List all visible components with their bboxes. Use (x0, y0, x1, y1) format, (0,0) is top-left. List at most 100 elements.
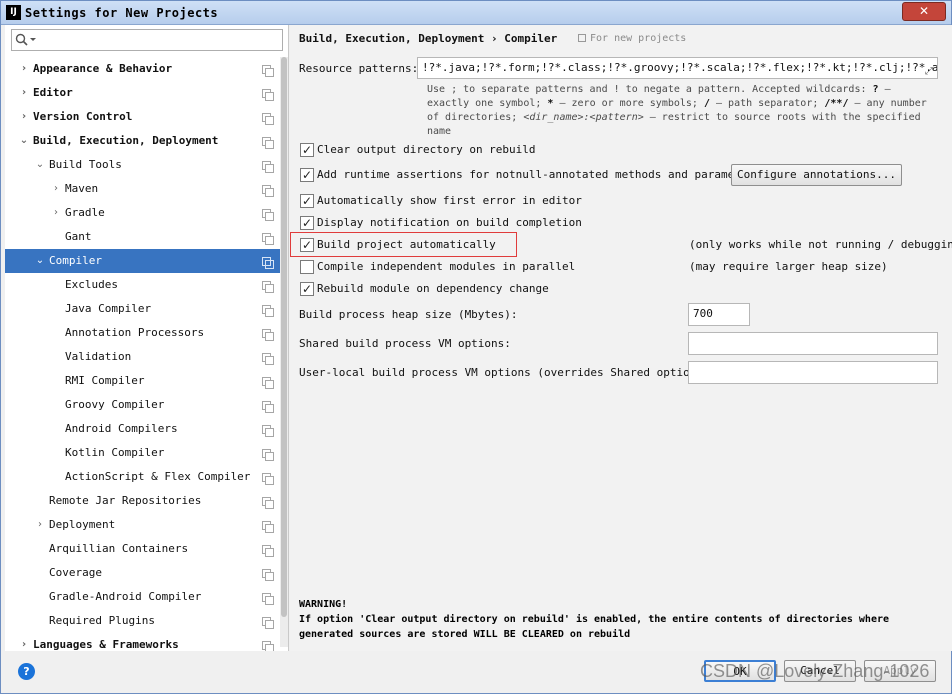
sidebar-item-editor[interactable]: › Editor (5, 81, 288, 105)
checkbox[interactable]: ✓ (300, 216, 314, 230)
sidebar-item-label: Kotlin Compiler (65, 446, 165, 459)
project-scope-icon (262, 257, 274, 269)
sidebar-item-groovy-compiler[interactable]: Groovy Compiler (5, 393, 288, 417)
sidebar-item-remote-jar-repositories[interactable]: Remote Jar Repositories (5, 489, 288, 513)
expand-icon[interactable]: ⤢ (925, 62, 933, 78)
project-scope-icon (262, 617, 274, 629)
sidebar-item-android-compilers[interactable]: Android Compilers (5, 417, 288, 441)
sidebar-item-label: Excludes (65, 278, 118, 291)
title-bar: IJ Settings for New Projects ✕ (1, 1, 951, 25)
help-icon[interactable]: ? (18, 663, 35, 680)
sidebar-item-gradle-android-compiler[interactable]: Gradle-Android Compiler (5, 585, 288, 609)
chevron-right-icon[interactable]: › (19, 633, 29, 651)
sidebar-item-label: Java Compiler (65, 302, 152, 315)
sidebar-item-label: Build, Execution, Deployment (33, 134, 219, 147)
project-scope-icon (578, 34, 586, 42)
user-vm-options-input[interactable] (688, 361, 938, 384)
search-input[interactable] (11, 29, 283, 51)
settings-sidebar: › Appearance & Behavior › Editor › Version Co… (5, 25, 289, 651)
display-notification-label: Display notification on build completion (317, 216, 582, 229)
chevron-down-icon[interactable]: ⌄ (19, 129, 29, 153)
sidebar-item-validation[interactable]: Validation (5, 345, 288, 369)
sidebar-item-required-plugins[interactable]: Required Plugins (5, 609, 288, 633)
sidebar-item-gradle[interactable]: › Gradle (5, 201, 288, 225)
sidebar-item-label: Deployment (49, 518, 116, 531)
project-scope-icon (262, 353, 274, 365)
sidebar-item-languages-frameworks[interactable]: › Languages & Frameworks (5, 633, 288, 651)
sidebar-item-label: Remote Jar Repositories (49, 494, 202, 507)
configure-annotations-button[interactable]: Configure annotations... (731, 164, 902, 186)
sidebar-item-label: Required Plugins (49, 614, 155, 627)
chevron-right-icon[interactable]: › (51, 201, 61, 225)
sidebar-item-coverage[interactable]: Coverage (5, 561, 288, 585)
checkbox[interactable]: ✓ (300, 282, 314, 296)
sidebar-item-java-compiler[interactable]: Java Compiler (5, 297, 288, 321)
project-scope-icon (262, 329, 274, 341)
chevron-right-icon[interactable]: › (19, 57, 29, 81)
search-icon (15, 33, 36, 46)
sidebar-item-build-tools[interactable]: ⌄ Build Tools (5, 153, 288, 177)
project-scope-icon (262, 569, 274, 581)
sidebar-item-maven[interactable]: › Maven (5, 177, 288, 201)
chevron-down-icon[interactable]: ⌄ (35, 249, 45, 273)
project-scope-icon (262, 377, 274, 389)
sidebar-item-label: Version Control (33, 110, 133, 123)
sidebar-item-label: Build Tools (49, 158, 122, 171)
show-first-error-label: Automatically show first error in editor (317, 194, 582, 207)
sidebar-item-kotlin-compiler[interactable]: Kotlin Compiler (5, 441, 288, 465)
sidebar-item-actionscript-flex-compiler[interactable]: ActionScript & Flex Compiler (5, 465, 288, 489)
heap-size-label: Build process heap size (Mbytes): (299, 308, 518, 321)
sidebar-item-label: Appearance & Behavior (33, 62, 173, 75)
checkbox[interactable] (300, 260, 314, 274)
project-scope-icon (262, 593, 274, 605)
project-scope-icon (262, 521, 274, 533)
sidebar-item-version-control[interactable]: › Version Control (5, 105, 288, 129)
shared-vm-options-input[interactable] (688, 332, 938, 355)
scrollbar-thumb[interactable] (281, 57, 287, 617)
sidebar-item-build-execution-deployment[interactable]: ⌄ Build, Execution, Deployment (5, 129, 288, 153)
sidebar-item-label: Gradle (65, 206, 105, 219)
sidebar-item-compiler[interactable]: ⌄ Compiler (5, 249, 288, 273)
sidebar-item-annotation-processors[interactable]: Annotation Processors (5, 321, 288, 345)
compiler-settings-panel: Build, Execution, Deployment › Compiler … (290, 25, 952, 651)
hint-text: — zero or more symbols; (553, 98, 704, 109)
project-scope-icon (262, 449, 274, 461)
sidebar-item-label: Android Compilers (65, 422, 178, 435)
heap-size-input[interactable]: 700 (688, 303, 750, 326)
sidebar-item-label: Compiler (49, 254, 102, 267)
warning-line: generated sources are stored WILL BE CLE… (299, 629, 631, 640)
resource-patterns-field[interactable]: !?*.java;!?*.form;!?*.class;!?*.groovy;!… (417, 57, 938, 79)
checkbox[interactable]: ✓ (300, 168, 314, 182)
compile-parallel-note: (may require larger heap size) (689, 260, 888, 273)
csdn-watermark: CSDN @Lovely-Zhang-1026 (700, 661, 930, 681)
sidebar-item-excludes[interactable]: Excludes (5, 273, 288, 297)
chevron-right-icon[interactable]: › (35, 513, 45, 537)
chevron-right-icon[interactable]: › (19, 105, 29, 129)
warning-title: WARNING! (299, 599, 348, 610)
chevron-down-icon[interactable]: ⌄ (35, 153, 45, 177)
close-button[interactable]: ✕ (902, 2, 946, 21)
checkbox[interactable]: ✓ (300, 194, 314, 208)
sidebar-item-rmi-compiler[interactable]: RMI Compiler (5, 369, 288, 393)
annotation-highlight-box (290, 232, 517, 257)
window-title: Settings for New Projects (25, 6, 219, 20)
clear-output-label: Clear output directory on rebuild (317, 143, 536, 156)
project-scope-icon (262, 161, 274, 173)
chevron-right-icon[interactable]: › (19, 81, 29, 105)
sidebar-item-deployment[interactable]: › Deployment (5, 513, 288, 537)
sidebar-item-appearance-behavior[interactable]: › Appearance & Behavior (5, 57, 288, 81)
sidebar-item-label: Maven (65, 182, 99, 195)
sidebar-item-gant[interactable]: Gant (5, 225, 288, 249)
hint-wildcard: <dir_name>:<pattern> (523, 112, 644, 123)
intellij-app-icon: IJ (6, 5, 21, 20)
sidebar-item-arquillian-containers[interactable]: Arquillian Containers (5, 537, 288, 561)
sidebar-item-label: Groovy Compiler (65, 398, 165, 411)
checkbox[interactable]: ✓ (300, 143, 314, 157)
compile-parallel-label: Compile independent modules in parallel (317, 260, 576, 273)
sidebar-item-label: Annotation Processors (65, 326, 205, 339)
hint-text: Use ; to separate patterns and ! to nega… (427, 84, 873, 95)
sidebar-item-label: Gant (65, 230, 92, 243)
chevron-right-icon[interactable]: › (51, 177, 61, 201)
for-new-projects-text: For new projects (590, 33, 687, 44)
sidebar-scrollbar[interactable] (280, 57, 288, 647)
